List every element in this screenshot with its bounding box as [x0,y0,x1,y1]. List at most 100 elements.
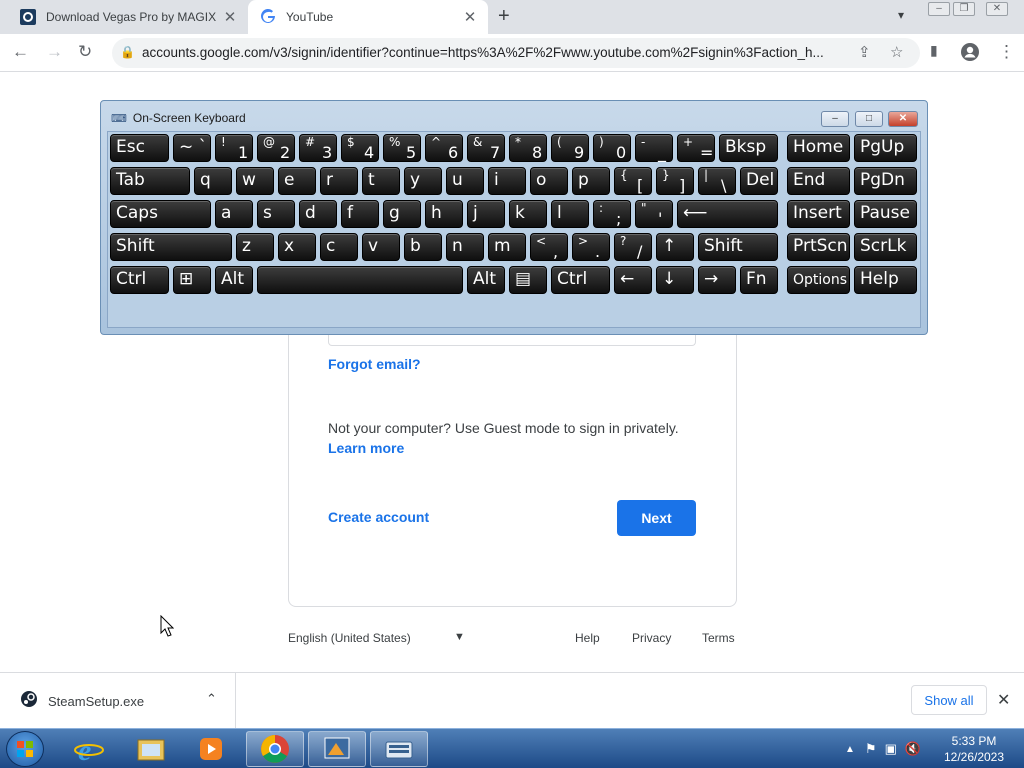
key-d[interactable]: d [299,200,337,228]
restore-icon[interactable]: ❐ [953,2,975,16]
key-c[interactable]: c [320,233,358,261]
key-space[interactable] [257,266,463,294]
key-shift[interactable]: Shift [110,233,232,261]
forward-icon[interactable]: → [46,42,63,62]
key-insert[interactable]: Insert [787,200,850,228]
key-u[interactable]: u [446,167,484,195]
key-caps[interactable]: Caps [110,200,211,228]
key--[interactable]: ↑ [656,233,694,261]
chevron-up-icon[interactable]: ⌃ [206,691,217,707]
key-h[interactable]: h [425,200,463,228]
close-icon[interactable]: ✕ [997,690,1010,710]
side-panel-icon[interactable]: ▮ [930,42,938,59]
key-j[interactable]: j [467,200,505,228]
key--[interactable]: ← [614,266,652,294]
address-bar[interactable]: 🔒 accounts.google.com/v3/signin/identifi… [112,38,920,68]
key-alt[interactable]: Alt [215,266,253,294]
volume-muted-icon[interactable]: 🔇 [905,741,921,757]
key--[interactable]: ~ ` [173,134,211,162]
key--[interactable]: ↓ [656,266,694,294]
key-r[interactable]: r [320,167,358,195]
key-prtscn[interactable]: PrtScn [787,233,850,261]
start-button[interactable] [6,731,44,767]
key-n[interactable]: n [446,233,484,261]
chrome-icon[interactable] [246,731,304,767]
learn-more-link[interactable]: Learn more [328,440,404,456]
key-pgup[interactable]: PgUp [854,134,917,162]
key--[interactable]: >. [572,233,610,261]
key--[interactable]: " ' [635,200,673,228]
key-esc[interactable]: Esc [110,134,169,162]
key-1[interactable]: ! 1 [215,134,253,162]
key-7[interactable]: & 7 [467,134,505,162]
key-ctrl[interactable]: Ctrl [110,266,169,294]
key-9[interactable]: (9 [551,134,589,162]
key--[interactable]: }] [656,167,694,195]
key--[interactable]: :; [593,200,631,228]
key-alt[interactable]: Alt [467,266,505,294]
key-0[interactable]: ) 0 [593,134,631,162]
tab-youtube[interactable]: YouTube ✕ [248,0,488,34]
terms-link[interactable]: Terms [702,631,735,645]
menu-kebab-icon[interactable]: ⋮ [998,42,1015,62]
show-all-button[interactable]: Show all [911,685,987,715]
url-text[interactable]: accounts.google.com/v3/signin/identifier… [142,45,842,60]
key-k[interactable]: k [509,200,547,228]
key-del[interactable]: Del [740,167,778,195]
key-4[interactable]: $4 [341,134,379,162]
key-shift[interactable]: Shift [698,233,778,261]
action-center-icon[interactable]: ⚑ [865,741,877,757]
close-tab-icon[interactable]: ✕ [218,8,242,26]
key--[interactable]: + = [677,134,715,162]
next-button[interactable]: Next [617,500,696,536]
key-end[interactable]: End [787,167,850,195]
show-hidden-icons-icon[interactable]: ▲ [845,744,855,755]
tab-vegas-pro[interactable]: Download Vegas Pro by MAGIX / ✕ [8,0,248,34]
key-b[interactable]: b [404,233,442,261]
osk-taskbar-icon[interactable] [370,731,428,767]
key-5[interactable]: % 5 [383,134,421,162]
vegas-installer-icon[interactable] [308,731,366,767]
key-p[interactable]: p [572,167,610,195]
internet-explorer-icon[interactable]: e [60,731,118,767]
key-a[interactable]: a [215,200,253,228]
key-ctrl[interactable]: Ctrl [551,266,610,294]
lock-icon[interactable]: 🔒 [120,45,135,59]
key-g[interactable]: g [383,200,421,228]
file-explorer-icon[interactable] [122,731,180,767]
key-home[interactable]: Home [787,134,850,162]
language-select[interactable]: English (United States) ▼ [288,631,478,645]
share-icon[interactable]: ⇪ [858,43,871,61]
key-m[interactable]: m [488,233,526,261]
key-o[interactable]: o [530,167,568,195]
network-icon[interactable]: ▣ [885,741,897,757]
minimize-icon[interactable]: – [928,2,950,16]
key-l[interactable]: l [551,200,589,228]
download-item[interactable]: SteamSetup.exe ⌃ [0,673,236,729]
key-z[interactable]: z [236,233,274,261]
key--[interactable]: ? / [614,233,652,261]
help-link[interactable]: Help [575,631,600,645]
key-bksp[interactable]: Bksp [719,134,778,162]
key-x[interactable]: x [278,233,316,261]
key-6[interactable]: ^ 6 [425,134,463,162]
back-icon[interactable]: ← [12,42,29,62]
clock[interactable]: 5:33 PM 12/26/2023 [938,733,1010,765]
osk-close-icon[interactable]: ✕ [888,111,918,127]
key--[interactable]: {[ [614,167,652,195]
key-s[interactable]: s [257,200,295,228]
key--[interactable]: → [698,266,736,294]
key--[interactable]: - _ [635,134,673,162]
key--[interactable]: ▤ [509,266,547,294]
key-y[interactable]: y [404,167,442,195]
close-window-icon[interactable]: ✕ [986,2,1008,16]
key--[interactable]: | \ [698,167,736,195]
key-options[interactable]: Options [787,266,850,294]
key--[interactable]: ⟵ [677,200,778,228]
forgot-email-link[interactable]: Forgot email? [328,356,421,372]
privacy-link[interactable]: Privacy [632,631,671,645]
reload-icon[interactable]: ↻ [78,42,92,62]
key-2[interactable]: @2 [257,134,295,162]
key--[interactable]: ⊞ [173,266,211,294]
key-pause[interactable]: Pause [854,200,917,228]
